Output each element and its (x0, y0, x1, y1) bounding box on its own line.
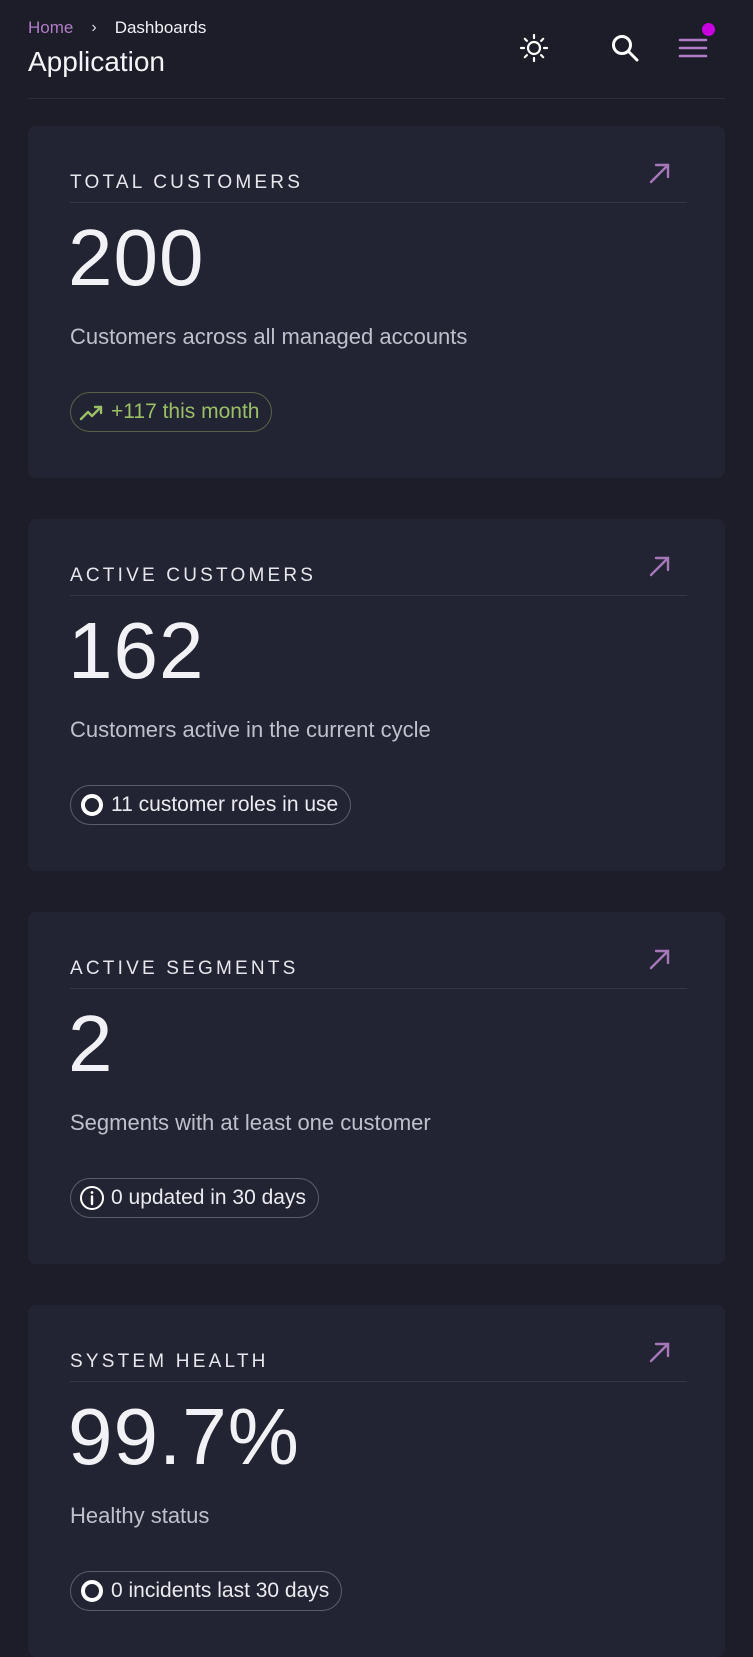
ring-icon (79, 792, 105, 818)
card-value: 99.7% (68, 1392, 300, 1481)
card-title: SYSTEM HEALTH (70, 1351, 269, 1372)
info-icon (79, 1185, 105, 1211)
breadcrumb: Home › Dashboards (28, 18, 206, 38)
stat-card-system-health: SYSTEM HEALTH 99.7% Healthy status 0 inc… (28, 1305, 725, 1657)
search-icon (612, 35, 639, 62)
page-title: Application (28, 46, 165, 77)
stat-card-active-customers: ACTIVE CUSTOMERS 162 Customers active in… (28, 519, 725, 871)
breadcrumb-current: Dashboards (114, 18, 207, 37)
menu-icon (678, 38, 708, 58)
card-title: TOTAL CUSTOMERS (70, 172, 304, 193)
trending-up-icon (79, 399, 105, 425)
card-description: Customers across all managed accounts (70, 324, 468, 349)
arrow-up-right-icon[interactable] (645, 1337, 675, 1367)
stat-badge: +117 this month (70, 392, 273, 432)
card-value: 162 (68, 606, 205, 695)
stat-badge: 0 updated in 30 days (70, 1178, 319, 1218)
theme-toggle-button[interactable] (514, 28, 554, 68)
card-title: ACTIVE SEGMENTS (70, 958, 299, 979)
badge-text: 0 incidents last 30 days (111, 1579, 330, 1602)
arrow-up-right-icon[interactable] (645, 551, 675, 581)
stat-badge: 11 customer roles in use (70, 785, 352, 825)
divider (70, 595, 687, 596)
app-header: Home › Dashboards Application (28, 0, 725, 99)
divider (70, 1381, 687, 1382)
badge-text: +117 this month (111, 400, 260, 423)
chevron-right-icon: › (91, 19, 97, 36)
brightness-icon (519, 33, 549, 63)
search-button[interactable] (605, 28, 645, 68)
card-description: Healthy status (70, 1503, 210, 1528)
arrow-up-right-icon[interactable] (645, 158, 675, 188)
badge-text: 0 updated in 30 days (111, 1186, 306, 1209)
stat-card-active-segments: ACTIVE SEGMENTS 2 Segments with at least… (28, 912, 725, 1264)
card-description: Segments with at least one customer (70, 1110, 431, 1135)
notification-dot (702, 23, 715, 36)
card-title: ACTIVE CUSTOMERS (70, 565, 317, 586)
card-value: 200 (68, 213, 205, 302)
breadcrumb-home-link[interactable]: Home (28, 18, 73, 38)
stat-card-total-customers: TOTAL CUSTOMERS 200 Customers across all… (28, 126, 725, 478)
divider (70, 202, 687, 203)
stat-badge: 0 incidents last 30 days (70, 1571, 343, 1611)
divider (70, 988, 687, 989)
card-description: Customers active in the current cycle (70, 717, 431, 742)
ring-icon (79, 1578, 105, 1604)
menu-button[interactable] (673, 23, 715, 68)
arrow-up-right-icon[interactable] (645, 944, 675, 974)
badge-text: 11 customer roles in use (111, 793, 339, 816)
card-value: 2 (68, 999, 114, 1088)
